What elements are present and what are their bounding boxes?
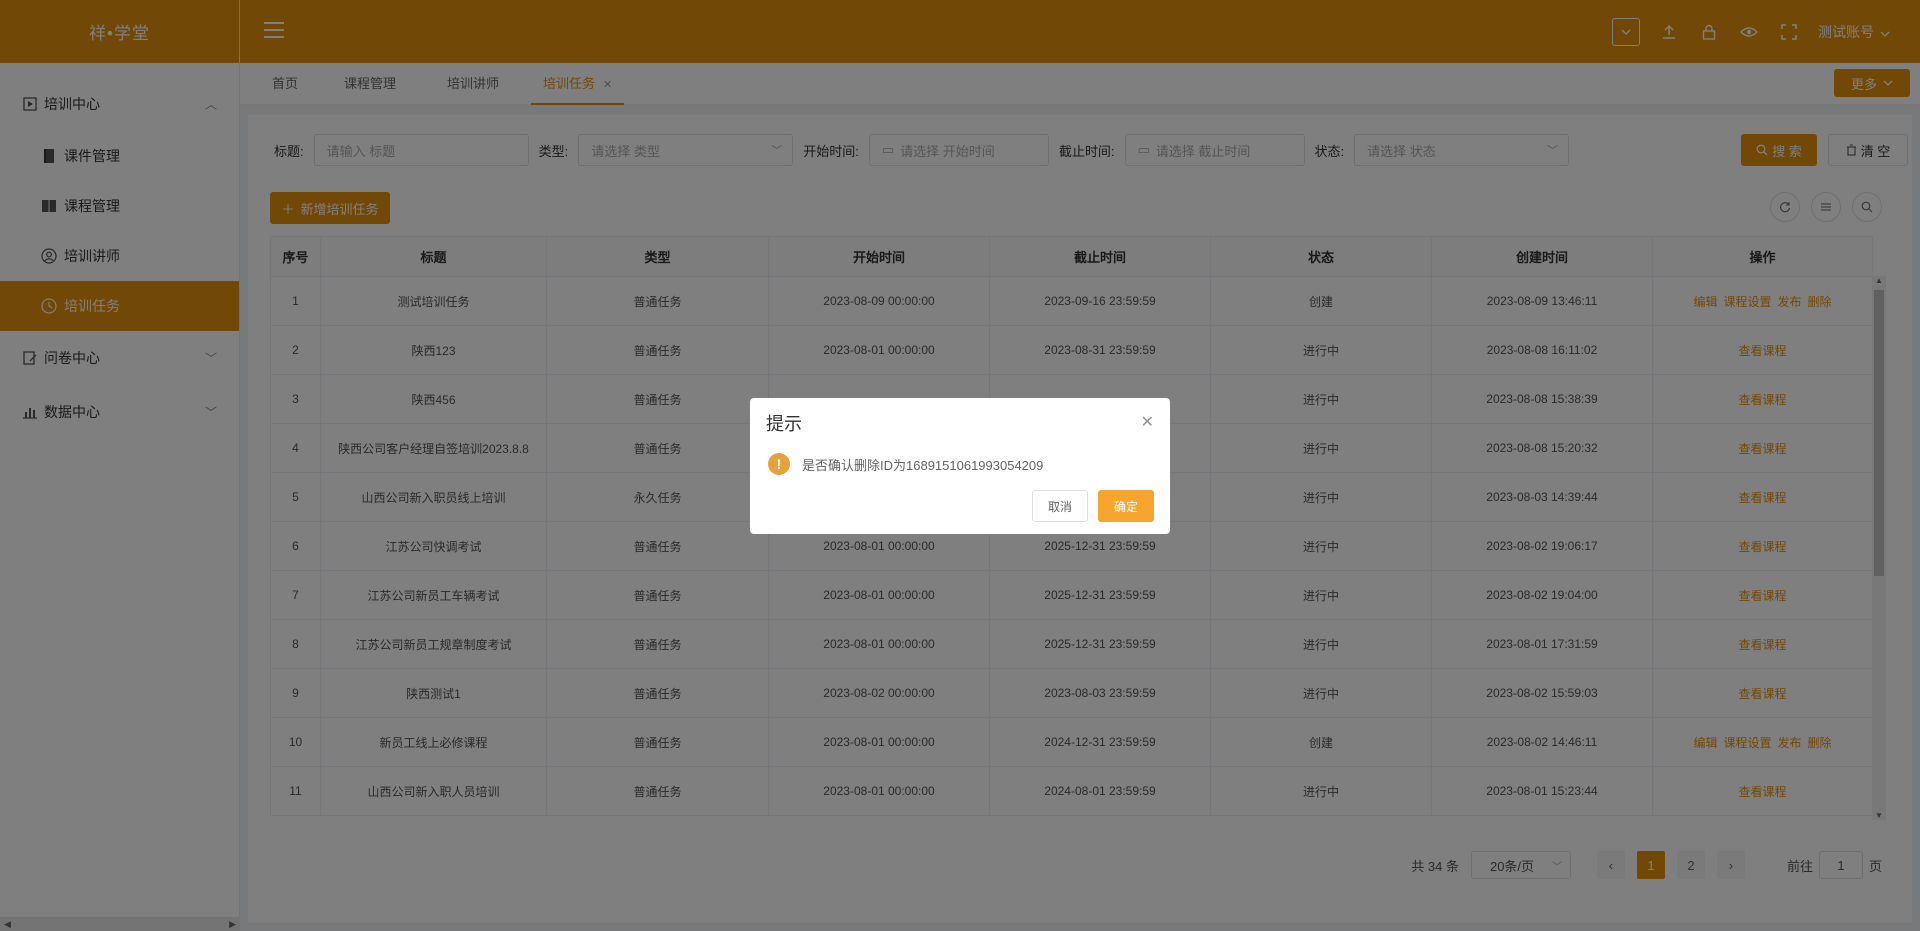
dialog-title: 提示 [766,414,802,434]
dialog-message: 是否确认删除ID为1689151061993054209 [802,458,1044,473]
cancel-button[interactable]: 取消 [1032,490,1088,522]
confirm-button[interactable]: 确定 [1098,490,1154,522]
close-icon[interactable]: ✕ [1141,412,1154,432]
confirm-dialog: 提示 ✕ ! 是否确认删除ID为1689151061993054209 取消 确… [750,398,1170,534]
warning-icon: ! [768,453,790,475]
